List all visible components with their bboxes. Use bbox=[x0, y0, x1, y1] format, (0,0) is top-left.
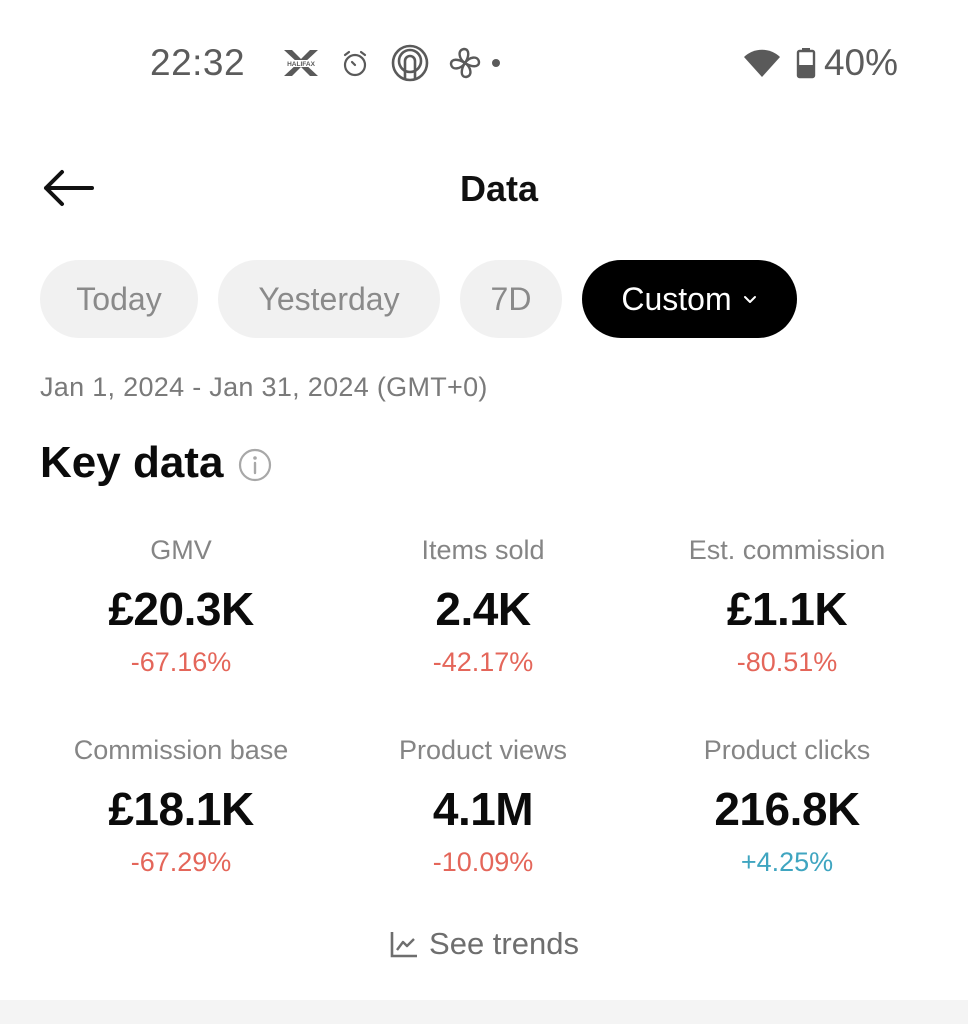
metric-label: Product clicks bbox=[703, 735, 871, 765]
metric-label: Commission base bbox=[73, 735, 289, 765]
metric-items-sold[interactable]: Items sold 2.4K -42.17% bbox=[332, 530, 634, 690]
metric-est-commission[interactable]: Est. commission £1.1K -80.51% bbox=[634, 530, 940, 690]
chip-yesterday[interactable]: Yesterday bbox=[218, 260, 440, 338]
metric-change: -10.09% bbox=[432, 847, 534, 877]
battery-icon bbox=[796, 47, 816, 79]
chip-label: Today bbox=[76, 280, 162, 317]
metric-gmv[interactable]: GMV £20.3K -67.16% bbox=[30, 530, 332, 690]
metric-value: £1.1K bbox=[726, 583, 848, 635]
key-data-heading: Key data bbox=[40, 438, 273, 488]
metric-value: 216.8K bbox=[714, 783, 860, 835]
see-trends-label: See trends bbox=[429, 926, 579, 961]
metric-commission-base[interactable]: Commission base £18.1K -67.29% bbox=[30, 730, 332, 890]
chip-label: 7D bbox=[490, 280, 532, 317]
metric-label: Est. commission bbox=[688, 535, 886, 565]
metric-change: -42.17% bbox=[432, 647, 534, 677]
fan-app-icon bbox=[446, 46, 484, 80]
date-range-text: Jan 1, 2024 - Jan 31, 2024 (GMT+0) bbox=[40, 372, 488, 402]
chip-7d[interactable]: 7D bbox=[460, 260, 562, 338]
metric-value: £18.1K bbox=[108, 783, 254, 835]
chip-today[interactable]: Today bbox=[40, 260, 198, 338]
battery-percent: 40% bbox=[823, 42, 898, 83]
metric-value: £20.3K bbox=[108, 583, 254, 635]
page-title: Data bbox=[459, 168, 539, 209]
metric-value: 2.4K bbox=[435, 583, 531, 635]
more-notifications-dot-icon bbox=[490, 46, 502, 80]
section-title: Key data bbox=[40, 438, 224, 487]
chip-label: Yesterday bbox=[258, 280, 400, 317]
halifax-app-icon: HALIFAX bbox=[280, 46, 322, 80]
status-bar: 22:32 HALIFAX 40% bbox=[0, 0, 968, 120]
chevron-down-icon bbox=[742, 293, 758, 305]
info-icon[interactable] bbox=[237, 447, 273, 483]
metric-change: +4.25% bbox=[740, 847, 834, 877]
metric-label: Product views bbox=[398, 735, 568, 765]
key-data-grid: GMV £20.3K -67.16% Items sold 2.4K -42.1… bbox=[30, 530, 940, 890]
wifi-icon bbox=[742, 47, 782, 79]
metric-label: Items sold bbox=[421, 535, 545, 565]
chip-label: Custom bbox=[621, 280, 732, 317]
system-status: 40% bbox=[742, 42, 898, 84]
clock: 22:32 bbox=[150, 42, 246, 83]
metric-value: 4.1M bbox=[432, 783, 534, 835]
chip-custom[interactable]: Custom bbox=[582, 260, 797, 338]
find-my-device-icon bbox=[390, 44, 430, 82]
metric-product-clicks[interactable]: Product clicks 216.8K +4.25% bbox=[634, 730, 940, 890]
trend-chart-icon bbox=[389, 929, 419, 959]
metric-change: -67.16% bbox=[130, 647, 232, 677]
see-trends-button[interactable]: See trends bbox=[0, 926, 968, 962]
top-app-bar: Data bbox=[0, 150, 968, 230]
date-filter-chips: Today Yesterday 7D Custom bbox=[40, 260, 797, 338]
metric-label: GMV bbox=[150, 535, 212, 565]
metric-change: -67.29% bbox=[130, 847, 232, 877]
metric-product-views[interactable]: Product views 4.1M -10.09% bbox=[332, 730, 634, 890]
alarm-icon bbox=[340, 46, 370, 80]
section-divider bbox=[0, 1000, 968, 1024]
metric-change: -80.51% bbox=[736, 647, 838, 677]
svg-text:HALIFAX: HALIFAX bbox=[287, 61, 315, 68]
